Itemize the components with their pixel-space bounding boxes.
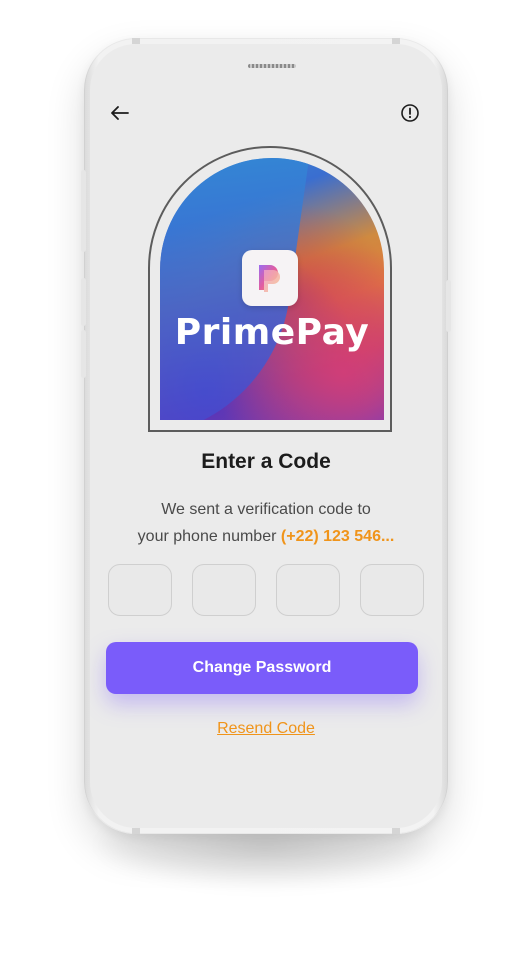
- code-digit-input-2[interactable]: [192, 564, 256, 616]
- phone-antenna-band: [392, 828, 400, 834]
- code-digit-input-3[interactable]: [276, 564, 340, 616]
- verification-message-line2: your phone number (+22) 123 546...: [90, 523, 442, 550]
- verification-message-line1: We sent a verification code to: [161, 501, 371, 518]
- code-digit-input-4[interactable]: [360, 564, 424, 616]
- back-button[interactable]: [106, 99, 134, 127]
- phone-volume-up-button: [81, 278, 86, 326]
- phone-number-label: your phone number: [137, 528, 277, 545]
- info-button[interactable]: [396, 99, 424, 127]
- phone-mockup: PrimePay Enter a Code We sent a verifica…: [81, 38, 451, 834]
- change-password-button[interactable]: Change Password: [106, 642, 418, 694]
- code-input-group: [108, 564, 424, 616]
- phone-antenna-band: [132, 828, 140, 834]
- arrow-left-icon: [111, 106, 129, 120]
- phone-volume-down-button: [81, 330, 86, 378]
- phone-number-value: (+22) 123 546...: [280, 528, 395, 545]
- alert-circle-icon: [401, 104, 419, 122]
- page-title: Enter a Code: [201, 450, 331, 473]
- verification-message: We sent a verification code to your phon…: [90, 496, 442, 550]
- resend-code-link[interactable]: Resend Code: [90, 720, 442, 738]
- primepay-logo-icon: [259, 265, 280, 292]
- stage: PrimePay Enter a Code We sent a verifica…: [0, 0, 525, 955]
- phone-screen: PrimePay Enter a Code We sent a verifica…: [90, 44, 442, 828]
- code-digit-input-1[interactable]: [108, 564, 172, 616]
- speaker-grille: [248, 64, 296, 68]
- brand-name: PrimePay: [174, 312, 370, 353]
- phone-power-button: [446, 280, 451, 332]
- app-logo: [242, 250, 298, 306]
- phone-side-button: [81, 170, 86, 252]
